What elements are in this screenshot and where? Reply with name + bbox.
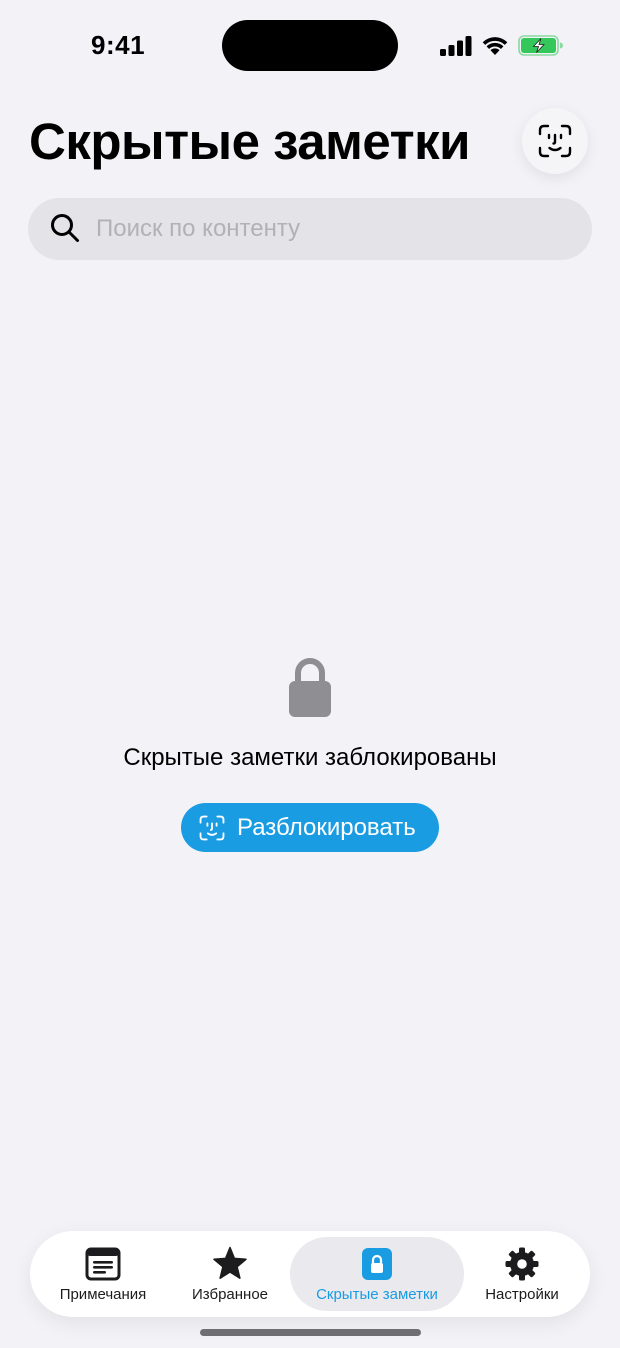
gear-icon	[505, 1247, 539, 1280]
wifi-icon	[482, 37, 508, 55]
search-icon	[51, 214, 79, 242]
tab-bar: Примечания Избранное Скрытые заметки Нас…	[30, 1231, 590, 1317]
tab-favorites[interactable]: Избранное	[165, 1231, 295, 1317]
lock-icon	[289, 658, 331, 717]
status-time: 9:41	[91, 30, 146, 60]
faceid-unlock-header-button[interactable]	[522, 108, 588, 174]
unlock-button-label: Разблокировать	[237, 813, 416, 841]
tab-notes[interactable]: Примечания	[38, 1231, 168, 1317]
star-icon	[213, 1246, 247, 1279]
tab-favorites-label: Избранное	[191, 1285, 269, 1303]
tab-settings[interactable]: Настройки	[458, 1231, 586, 1317]
page-title: Скрытые заметки	[29, 113, 470, 170]
faceid-icon	[199, 815, 225, 840]
home-indicator[interactable]	[200, 1329, 421, 1336]
unlock-button[interactable]: Разблокировать	[181, 803, 439, 852]
cellular-signal-icon	[440, 36, 472, 56]
dynamic-island	[222, 20, 398, 71]
lock-icon	[362, 1247, 392, 1280]
tab-hidden-notes-label: Скрытые заметки	[316, 1285, 438, 1303]
search-input[interactable]	[96, 206, 566, 252]
battery-charging-icon	[518, 35, 563, 56]
tab-settings-label: Настройки	[485, 1285, 559, 1303]
tab-notes-label: Примечания	[59, 1285, 147, 1303]
faceid-icon	[538, 124, 572, 158]
locked-message: Скрытые заметки заблокированы	[123, 744, 497, 771]
status-bar: 9:41	[0, 0, 620, 90]
tab-hidden-notes[interactable]: Скрытые заметки	[290, 1231, 464, 1317]
notes-icon	[85, 1247, 121, 1280]
